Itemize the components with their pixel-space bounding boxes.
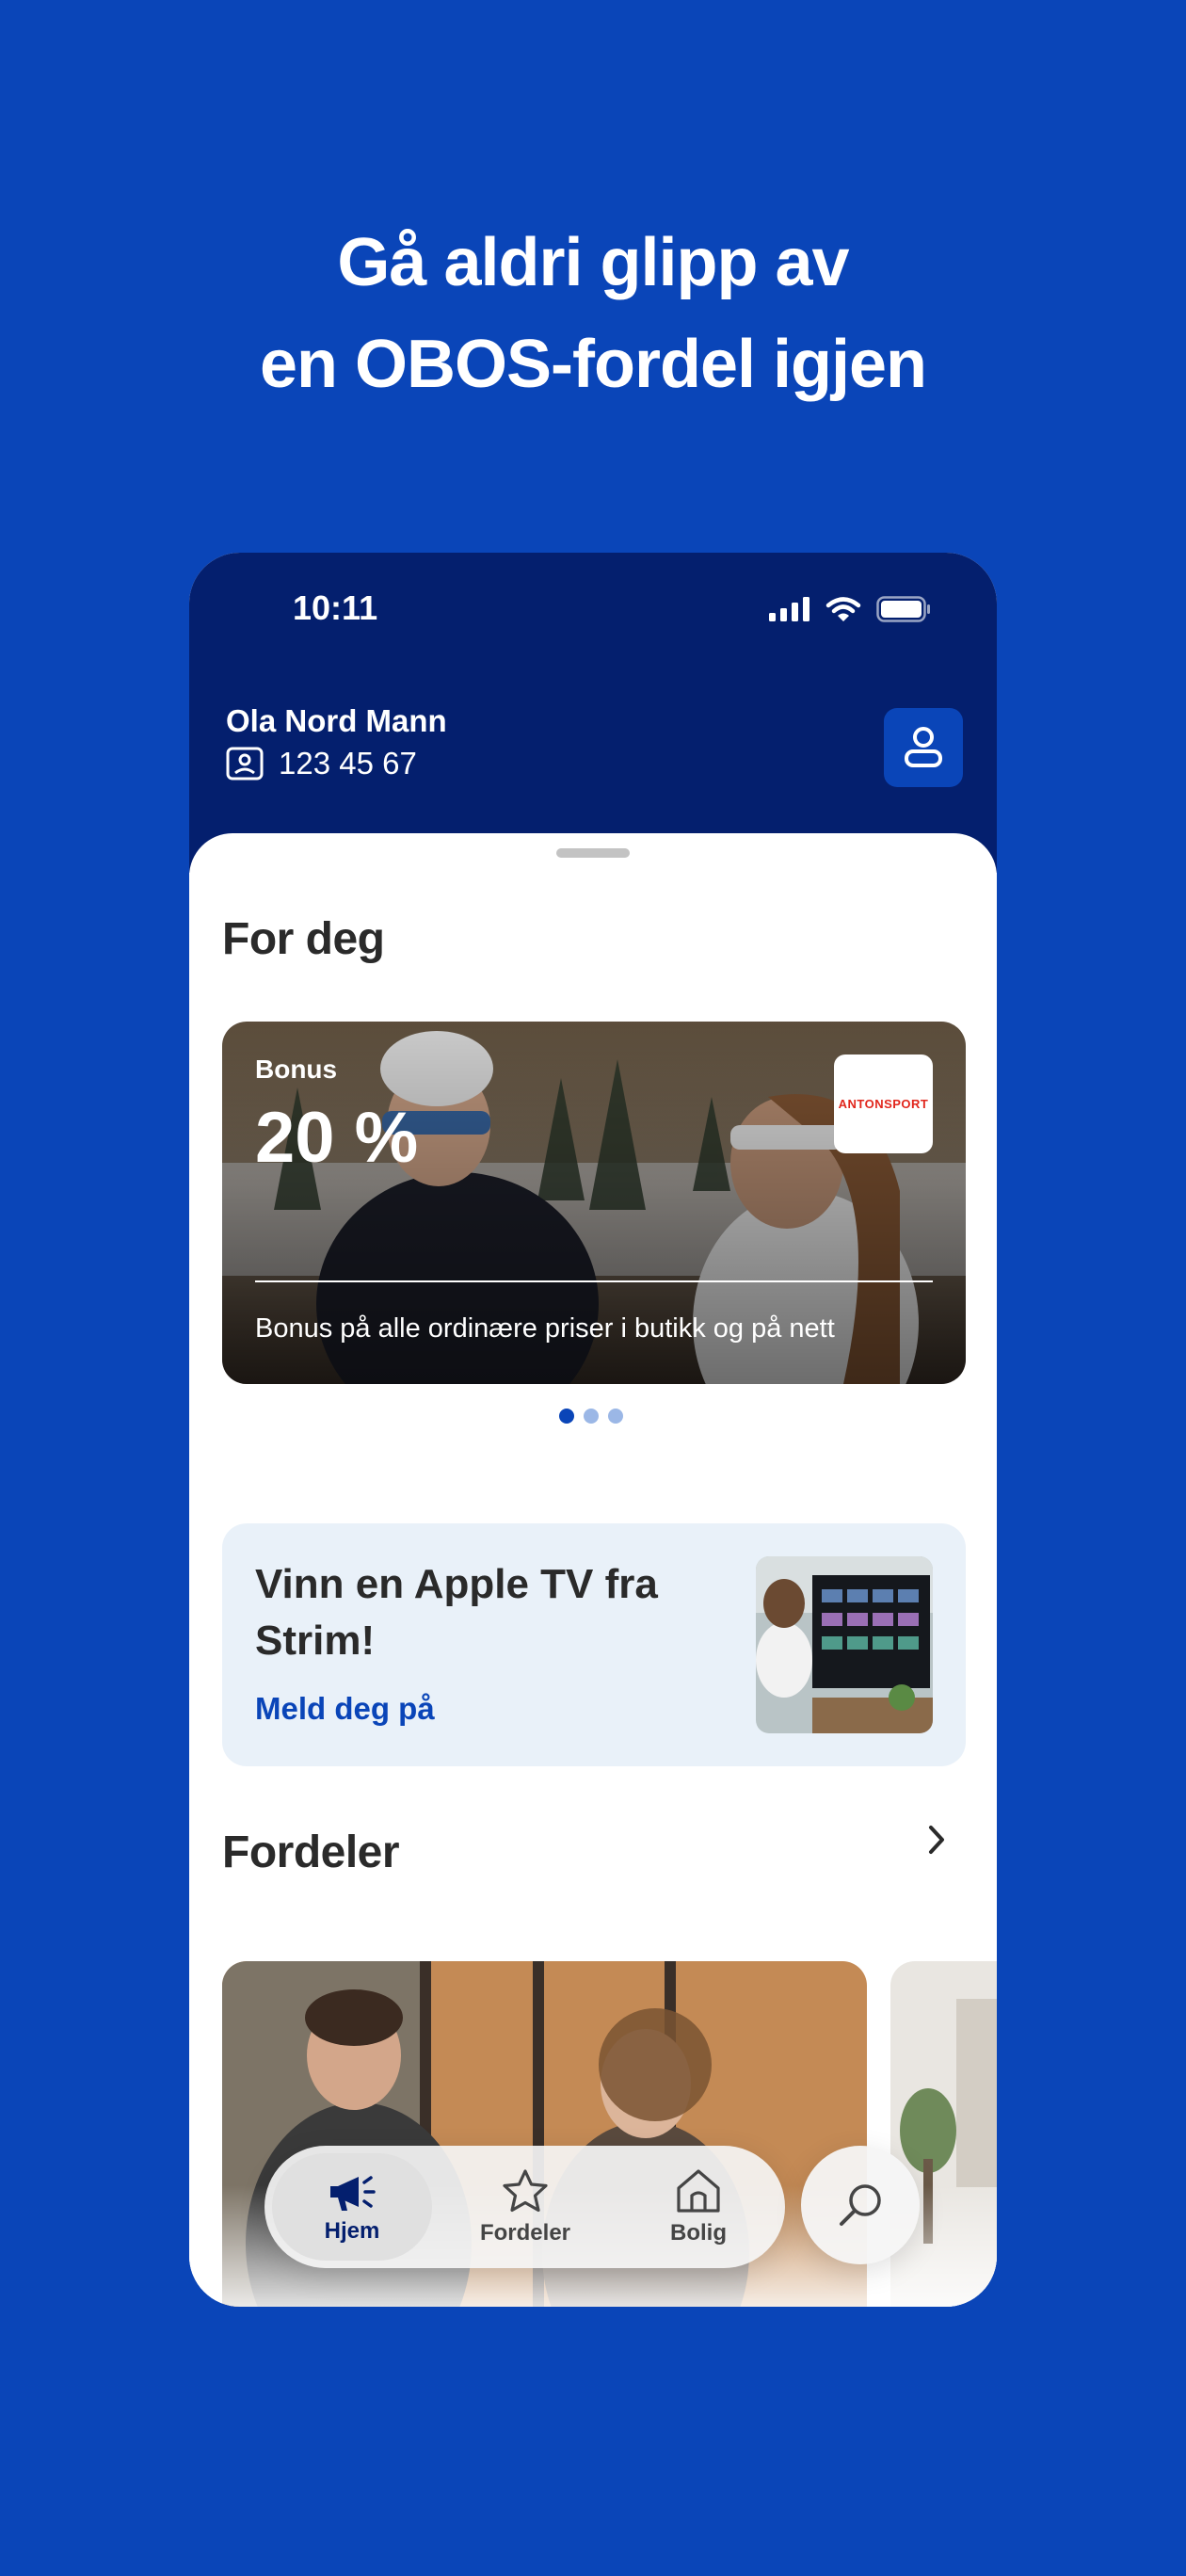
- search-button[interactable]: [801, 2146, 920, 2264]
- megaphone-icon: [330, 2176, 376, 2211]
- headline-line-1: Gå aldri glipp av: [337, 225, 849, 300]
- profile-button[interactable]: [884, 708, 963, 787]
- sheet-grabber[interactable]: [556, 848, 630, 858]
- tab-bolig[interactable]: Bolig: [618, 2153, 778, 2261]
- wifi-icon: [825, 597, 861, 621]
- for-deg-title: For deg: [222, 914, 385, 964]
- tab-hjem-label: Hjem: [324, 2218, 380, 2244]
- anton-sport-logo: ANTONSPORT: [834, 1055, 933, 1153]
- promo-signup-link[interactable]: Meld deg på: [255, 1691, 435, 1727]
- search-icon: [840, 2184, 881, 2226]
- phone-frame: 10:11 Ola Nord Mann 123 45 67 For deg Bo…: [189, 553, 997, 2307]
- bonus-label: Bonus: [255, 1055, 338, 1084]
- user-name: Ola Nord Mann: [226, 703, 447, 738]
- bonus-divider: [255, 1280, 933, 1282]
- tab-bolig-label: Bolig: [670, 2220, 727, 2246]
- promo-card[interactable]: Vinn en Apple TV fra Strim! Meld deg på: [222, 1523, 966, 1766]
- tab-fordeler[interactable]: Fordeler: [445, 2153, 605, 2261]
- promo-image: [756, 1556, 933, 1733]
- tab-hjem[interactable]: Hjem: [272, 2153, 432, 2261]
- status-icons: [769, 596, 931, 622]
- carousel-dot[interactable]: [608, 1409, 623, 1424]
- cellular-signal-icon: [769, 597, 809, 621]
- app-header: 10:11 Ola Nord Mann 123 45 67: [189, 553, 997, 873]
- tab-fordeler-label: Fordeler: [479, 2220, 571, 2246]
- member-card-icon: [226, 747, 264, 781]
- fordeler-see-all-button[interactable]: [923, 1823, 950, 1861]
- member-number-row: 123 45 67: [226, 746, 417, 781]
- promo-title: Vinn en Apple TV fra Strim!: [255, 1561, 658, 1664]
- star-icon: [503, 2169, 548, 2213]
- battery-icon: [876, 596, 930, 622]
- status-time: 10:11: [293, 588, 378, 627]
- carousel-dot[interactable]: [559, 1409, 574, 1424]
- bonus-description: Bonus på alle ordinære priser i butikk o…: [255, 1313, 835, 1344]
- headline-line-2: en OBOS-fordel igjen: [259, 327, 927, 402]
- user-icon: [905, 727, 942, 767]
- headline: Gå aldri glipp av en OBOS-fordel igjen: [0, 212, 1186, 415]
- carousel-dot[interactable]: [584, 1409, 599, 1424]
- fordeler-title: Fordeler: [222, 1827, 400, 1877]
- content-sheet[interactable]: For deg Bonus 20 % ANTONSPORT Bonus på a…: [189, 833, 997, 2307]
- tab-bar: Hjem Fordeler Bolig: [264, 2146, 785, 2268]
- bonus-value: 20 %: [255, 1098, 419, 1178]
- carousel-dots[interactable]: [559, 1409, 623, 1424]
- chevron-right-icon: [929, 1826, 944, 1854]
- house-icon: [677, 2169, 720, 2213]
- bonus-card[interactable]: Bonus 20 % ANTONSPORT Bonus på alle ordi…: [222, 1022, 966, 1384]
- member-number: 123 45 67: [279, 746, 417, 781]
